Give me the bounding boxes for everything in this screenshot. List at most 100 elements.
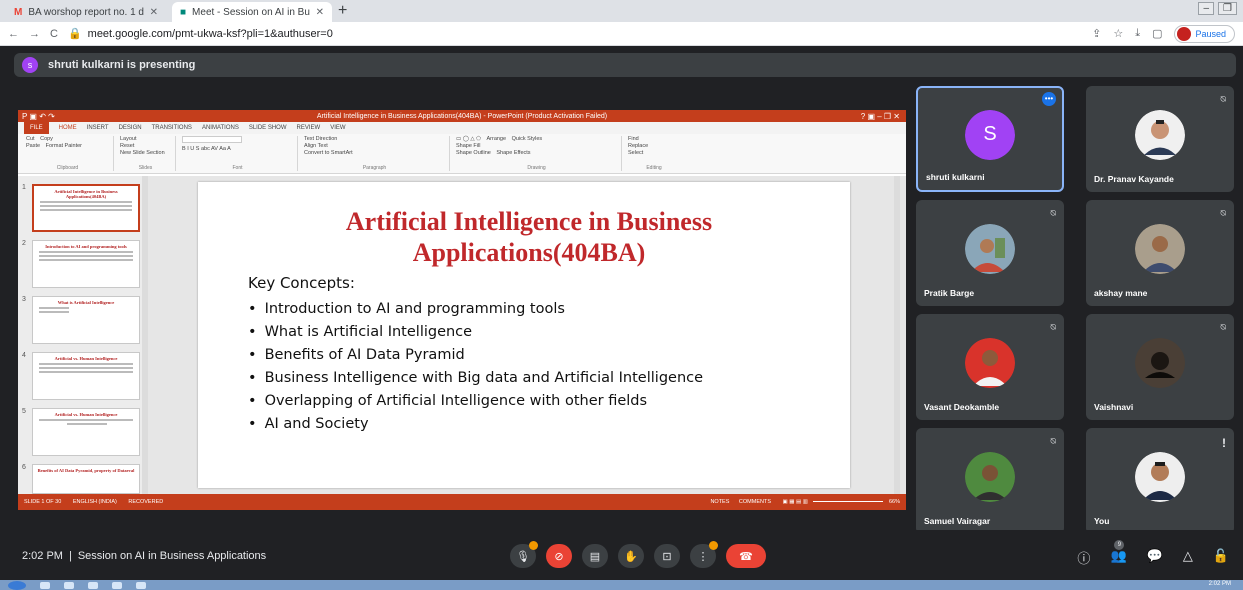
language: ENGLISH (INDIA)	[72, 499, 117, 505]
more-options-button[interactable]: ⋮	[690, 541, 718, 568]
start-icon[interactable]	[8, 580, 26, 590]
list-item: AI and Society	[248, 413, 703, 436]
end-call-button[interactable]: ☎	[726, 544, 766, 568]
more-options-icon[interactable]: •••	[1042, 92, 1056, 106]
notes-button[interactable]: NOTES	[710, 499, 729, 505]
thumb-title: Artificial Intelligence in Business Appl…	[54, 189, 118, 199]
download-icon[interactable]: ⤓	[1135, 27, 1140, 40]
tab-review[interactable]: REVIEW	[297, 125, 321, 131]
find-button[interactable]: Find	[628, 136, 639, 142]
replace-button[interactable]: Replace	[628, 143, 648, 149]
participant-tile[interactable]: ⍉ Vasant Deokamble	[916, 314, 1064, 420]
tab-gmail[interactable]: M BA worshop report no. 1 dated 1 ✕	[6, 2, 166, 22]
close-icon[interactable]: ✕	[150, 7, 158, 18]
tab-view[interactable]: VIEW	[330, 125, 345, 131]
shape-outline-button[interactable]: Shape Outline	[456, 150, 491, 156]
layout-button[interactable]: Layout	[120, 136, 137, 142]
font-family-select[interactable]	[182, 136, 242, 143]
shape-effects-button[interactable]: Shape Effects	[496, 150, 530, 156]
tab-animations[interactable]: ANIMATIONS	[202, 125, 239, 131]
presenting-chip[interactable]: s shruti kulkarni is presenting	[14, 53, 1236, 77]
slide-thumbnail[interactable]: Artificial vs. Human Intelligence	[32, 408, 140, 456]
tab-design[interactable]: DESIGN	[119, 125, 142, 131]
text-direction-button[interactable]: Text Direction	[304, 136, 337, 142]
chrome-icon[interactable]	[112, 581, 122, 589]
url-field[interactable]: 🔒 meet.google.com/pmt-ukwa-ksf?pli=1&aut…	[68, 27, 1082, 41]
tab-home[interactable]: HOME	[59, 125, 77, 131]
close-icon[interactable]: ✕	[316, 7, 324, 18]
participant-tile[interactable]: ⍉ Pratik Barge	[916, 200, 1064, 306]
format-painter-button[interactable]: Format Painter	[46, 143, 82, 149]
taskbar-clock: 2:02 PM	[1208, 581, 1231, 587]
tab-file[interactable]: FILE	[24, 122, 49, 134]
star-icon[interactable]: ☆	[1113, 27, 1123, 40]
align-text-button[interactable]: Align Text	[304, 143, 328, 149]
camera-button[interactable]: ⊘	[546, 544, 572, 568]
back-icon[interactable]: ←	[8, 28, 19, 40]
new-slide-button[interactable]: New Slide	[120, 150, 145, 156]
reset-button[interactable]: Reset	[120, 143, 134, 149]
gmail-icon: M	[14, 6, 23, 18]
slide-thumbnail[interactable]: Artificial vs. Human Intelligence	[32, 352, 140, 400]
quick-styles-button[interactable]: Quick Styles	[512, 136, 543, 142]
reload-icon[interactable]: C	[50, 28, 58, 40]
select-button[interactable]: Select	[628, 150, 643, 156]
restore-icon[interactable]: ❐	[1218, 2, 1237, 15]
slide-thumbnail[interactable]: Artificial Intelligence in Business Appl…	[32, 184, 140, 232]
view-buttons-icon[interactable]: ▣ ▦ ▤ ▥	[783, 499, 808, 505]
mic-button[interactable]: 🎙	[510, 541, 538, 568]
arrange-button[interactable]: Arrange	[486, 136, 506, 142]
profile-button[interactable]: Paused	[1174, 24, 1235, 43]
browser-icon[interactable]	[64, 581, 74, 589]
present-button[interactable]: ⊡	[654, 544, 680, 568]
participant-tile[interactable]: ••• S shruti kulkarni	[916, 86, 1064, 192]
powerpoint-icon[interactable]	[136, 581, 146, 589]
tab-insert[interactable]: INSERT	[87, 125, 109, 131]
new-tab-button[interactable]: +	[338, 2, 347, 22]
copy-button[interactable]: Copy	[40, 136, 53, 142]
font-style-buttons[interactable]: B I U S abc AV Aa A	[182, 146, 231, 152]
zoom-slider[interactable]	[813, 501, 884, 503]
slide-thumbnail[interactable]: Benefits of AI Data Pyramid, property of…	[32, 464, 140, 494]
tab-transitions[interactable]: TRANSITIONS	[152, 125, 192, 131]
forward-icon[interactable]: →	[29, 28, 40, 40]
comments-button[interactable]: COMMENTS	[739, 499, 771, 505]
paste-button[interactable]: Paste	[26, 143, 40, 149]
meet-control-bar: 2:02 PM | Session on AI in Business Appl…	[0, 530, 1243, 580]
slide-thumbnail[interactable]: Introduction to AI and programming tools	[32, 240, 140, 288]
hand-icon: ✋	[624, 550, 638, 563]
participant-tile[interactable]: ⍉ Samuel Vairagar	[916, 428, 1064, 534]
share-icon[interactable]: ⇪	[1092, 27, 1101, 40]
shapes-gallery-icon[interactable]: ▭ ◯ △ ⬠	[456, 136, 481, 142]
participant-tile[interactable]: ⍉ Vaishnavi	[1086, 314, 1234, 420]
lock-icon[interactable]: 🔓	[1213, 548, 1229, 567]
mic-off-icon: ⍉	[1050, 322, 1056, 332]
media-icon[interactable]	[88, 581, 98, 589]
chat-icon[interactable]: 💬	[1147, 548, 1163, 567]
explorer-icon[interactable]	[40, 581, 50, 589]
participant-tile[interactable]: ! You	[1086, 428, 1234, 534]
slide-canvas[interactable]: Artificial Intelligence in Business Appl…	[198, 182, 850, 488]
badge-dot	[529, 541, 538, 550]
slide-scrollbar[interactable]	[894, 176, 900, 494]
slide-thumbnail[interactable]: What is Artificial Intelligence	[32, 296, 140, 344]
meeting-time: 2:02 PM	[22, 550, 63, 562]
minimize-icon[interactable]: –	[1198, 2, 1215, 15]
participant-name: Dr. Pranav Kayande	[1094, 174, 1174, 184]
people-button[interactable]: 👥 9	[1110, 540, 1127, 567]
smartart-button[interactable]: Convert to SmartArt	[304, 150, 353, 156]
os-taskbar: 2:02 PM	[0, 580, 1243, 590]
cut-button[interactable]: Cut	[26, 136, 35, 142]
sidepanel-icon[interactable]: ▢	[1152, 27, 1162, 40]
activities-icon[interactable]: △	[1183, 548, 1193, 567]
tab-meet[interactable]: ■ Meet - Session on AI in Busi ✕	[172, 2, 332, 22]
tab-slideshow[interactable]: SLIDE SHOW	[249, 125, 287, 131]
captions-button[interactable]: ▤	[582, 544, 608, 568]
raise-hand-button[interactable]: ✋	[618, 544, 644, 568]
section-button[interactable]: Section	[146, 150, 164, 156]
participant-tile[interactable]: ⍉ akshay mane	[1086, 200, 1234, 306]
thumbnails-scrollbar[interactable]	[142, 176, 148, 494]
participant-tile[interactable]: ⍉ Dr. Pranav Kayande	[1086, 86, 1234, 192]
info-icon[interactable]: ⓘ	[1077, 548, 1090, 567]
shape-fill-button[interactable]: Shape Fill	[456, 143, 480, 149]
